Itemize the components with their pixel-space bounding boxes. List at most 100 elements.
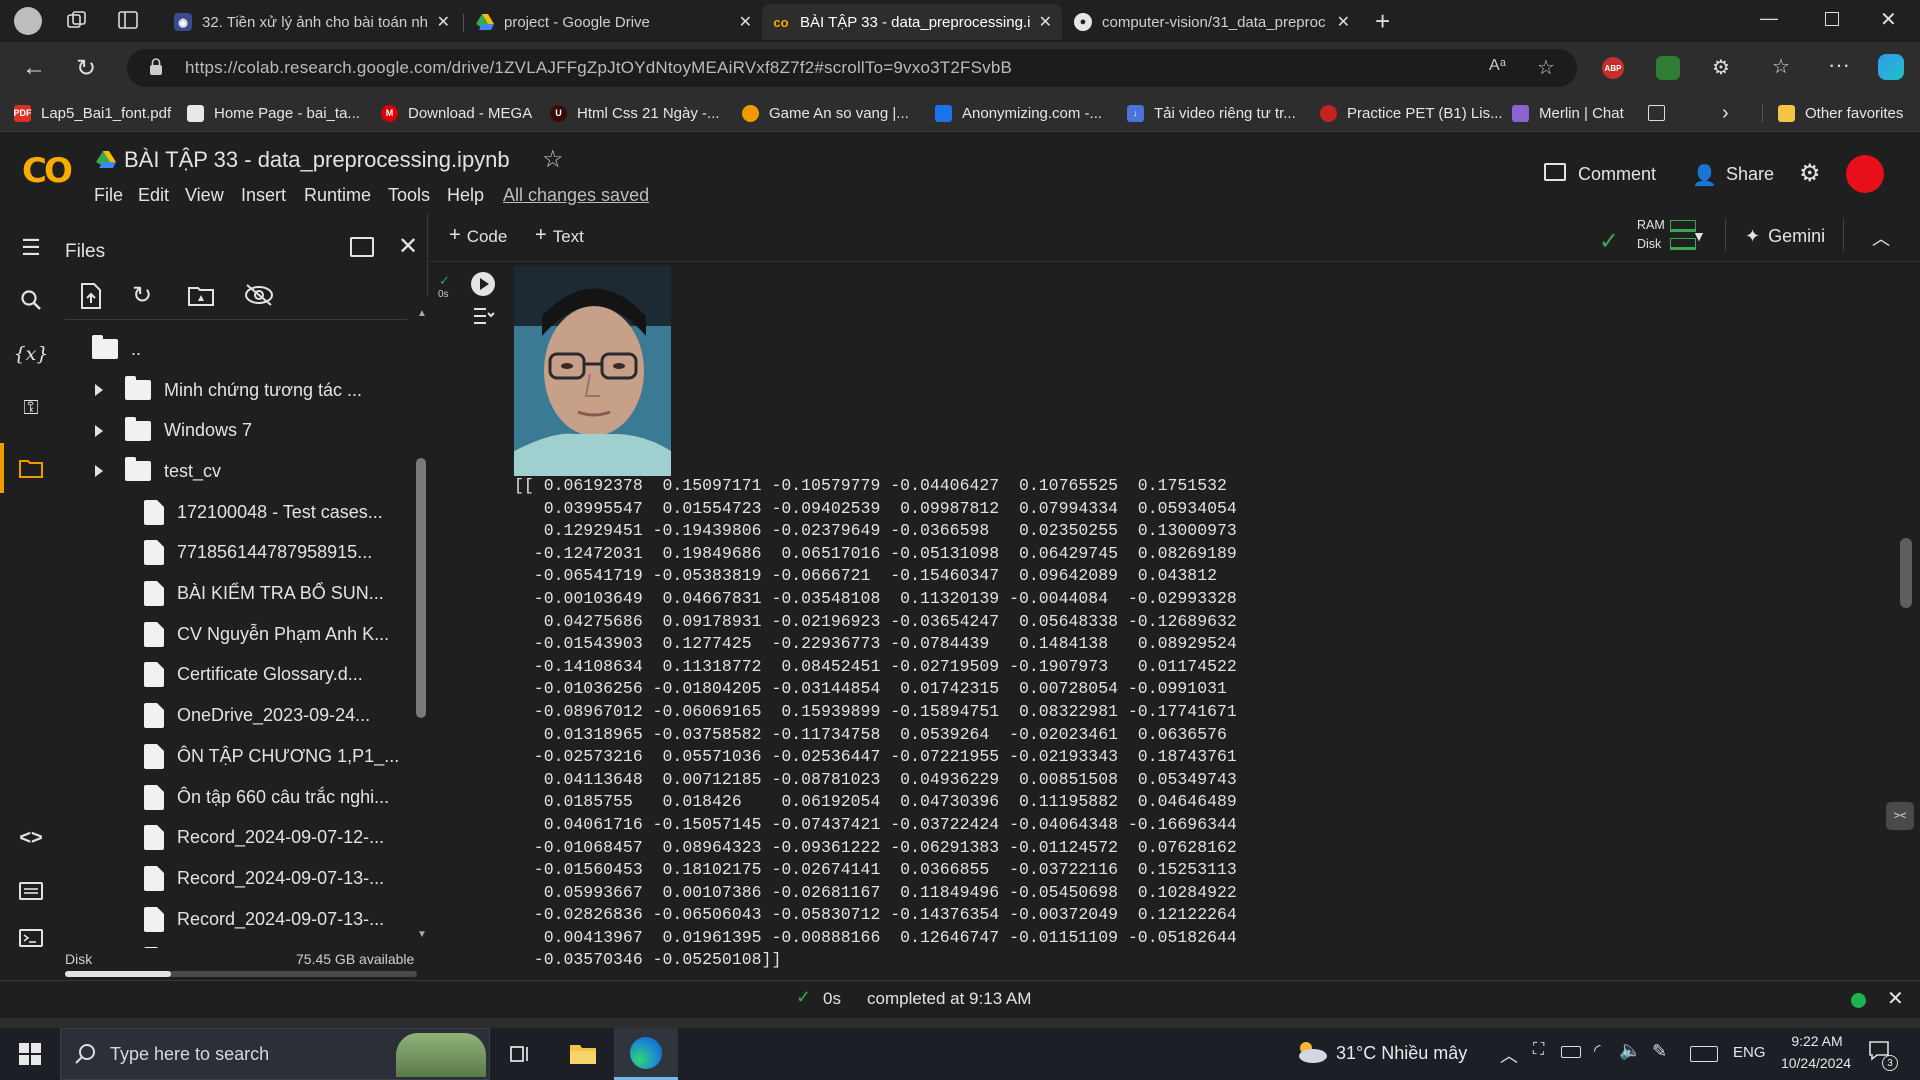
meet-icon[interactable]: ⛶	[1533, 1041, 1544, 1059]
bookmark-8[interactable]: Merlin | Chat	[1512, 102, 1624, 124]
battery-icon[interactable]	[1561, 1046, 1581, 1058]
bookmark-7[interactable]: Practice PET (B1) Lis...	[1320, 102, 1503, 124]
menu-runtime[interactable]: Runtime	[304, 185, 371, 206]
reload-icon[interactable]: ↻	[76, 54, 96, 83]
url-field[interactable]: https://colab.research.google.com/drive/…	[127, 49, 1577, 87]
show-hidden-icons[interactable]: ︿	[1500, 1042, 1518, 1068]
bookmark-6[interactable]: ↓ Tải video riêng tư tr...	[1127, 102, 1296, 124]
chevron-right-icon[interactable]: ›	[1722, 102, 1729, 124]
scroll-up-arrow[interactable]: ▲	[417, 308, 427, 319]
menu-view[interactable]: View	[185, 185, 224, 206]
file-item[interactable]: 771856144787958915...	[144, 533, 372, 573]
gemini-button[interactable]: ✦ Gemini	[1745, 226, 1825, 247]
runtime-dropdown-icon[interactable]: ▼	[1692, 228, 1706, 244]
terminal-icon[interactable]	[16, 923, 46, 953]
file-item[interactable]: Record_2024-09-07-12-...	[144, 818, 384, 858]
collapse-header-icon[interactable]: ︿	[1872, 225, 1890, 251]
code-snippets-icon[interactable]: <>	[16, 823, 46, 853]
add-code-button[interactable]: + Code	[449, 224, 507, 247]
volume-icon[interactable]: 🔈	[1619, 1040, 1641, 1061]
close-window-button[interactable]: ✕	[1880, 7, 1897, 32]
language-indicator[interactable]: ENG	[1733, 1044, 1766, 1061]
star-icon[interactable]: ☆	[542, 145, 564, 174]
extension-icon[interactable]	[1656, 56, 1680, 80]
tab-3[interactable]: ● computer-vision/31_data_preproc ✕	[1064, 4, 1360, 40]
gemini-mini-icon[interactable]: ><	[1886, 802, 1914, 830]
back-icon[interactable]: ←	[22, 54, 46, 82]
file-item[interactable]: Certificate Glossary.d...	[144, 655, 363, 695]
tab-actions-icon[interactable]	[118, 11, 140, 31]
close-icon[interactable]: ✕	[1337, 12, 1350, 32]
add-text-button[interactable]: + Text	[535, 224, 584, 247]
task-view-icon[interactable]	[502, 1036, 538, 1072]
folder-item[interactable]: Minh chứng tương tác ...	[95, 370, 362, 410]
clock-date[interactable]: 10/24/2024	[1776, 1055, 1856, 1071]
bookmark-4[interactable]: Game An so vang |...	[742, 102, 909, 124]
restore-button[interactable]	[1825, 12, 1839, 26]
notebook-scrollbar-thumb[interactable]	[1900, 538, 1912, 608]
variables-icon[interactable]: {x}	[14, 339, 49, 369]
read-aloud-icon[interactable]: Aᵃ	[1489, 57, 1506, 75]
close-icon[interactable]: ✕	[1039, 12, 1052, 32]
keyboard-icon[interactable]	[1690, 1046, 1718, 1062]
file-item[interactable]: Record_2024-09-07-13-...	[144, 899, 384, 939]
other-favorites[interactable]: Other favorites	[1778, 102, 1903, 124]
command-palette-icon[interactable]	[16, 876, 46, 906]
file-item[interactable]: OneDrive_2023-09-24...	[144, 696, 370, 736]
settings-gear-icon[interactable]: ⚙	[1799, 159, 1821, 188]
tab-1[interactable]: project - Google Drive ✕	[466, 4, 762, 40]
menu-tools[interactable]: Tools	[388, 185, 430, 206]
bookmark-5[interactable]: Anonymizing.com -...	[935, 102, 1102, 124]
tab-0[interactable]: ◉ 32. Tiền xử lý ảnh cho bài toán nh ✕	[164, 4, 460, 40]
user-avatar[interactable]	[1846, 155, 1884, 193]
file-item[interactable]: Ôn tập 660 câu trắc nghi...	[144, 777, 389, 817]
more-menu-icon[interactable]: ···	[1828, 52, 1850, 78]
file-item[interactable]: BÀI KIỂM TRA BỔ SUN...	[144, 574, 384, 614]
menu-file[interactable]: File	[94, 185, 123, 206]
expand-arrow-icon[interactable]	[95, 424, 103, 437]
secrets-key-icon[interactable]: ⚿	[16, 393, 46, 423]
file-item[interactable]: 172100048 - Test cases...	[144, 492, 383, 532]
close-status-icon[interactable]: ✕	[1887, 986, 1904, 1011]
comment-button[interactable]: Comment	[1578, 164, 1656, 185]
save-status[interactable]: All changes saved	[503, 185, 649, 206]
adblock-icon[interactable]: ABP	[1602, 57, 1624, 79]
folder-item[interactable]: Windows 7	[95, 411, 252, 451]
runtime-status-dot[interactable]	[1851, 993, 1866, 1008]
bookmark-1[interactable]: Home Page - bai_ta...	[187, 102, 360, 124]
new-tab-button[interactable]: +	[1375, 6, 1390, 37]
edge-taskbar-button[interactable]	[614, 1028, 678, 1080]
run-cell-button[interactable]	[471, 272, 495, 296]
workspaces-icon[interactable]	[66, 11, 88, 31]
copilot-icon[interactable]	[1878, 54, 1904, 80]
share-button[interactable]: Share	[1726, 164, 1774, 185]
files-scrollbar-thumb[interactable]	[416, 458, 426, 718]
notebook-title[interactable]: BÀI TẬP 33 - data_preprocessing.ipynb	[124, 147, 510, 173]
file-item[interactable]: ÔN TẬP CHƯƠNG 1,P1_...	[144, 736, 399, 776]
search-icon[interactable]	[16, 285, 46, 315]
profile-avatar[interactable]	[14, 7, 42, 35]
file-item[interactable]: Record_2024-09-07-13-...	[144, 940, 384, 948]
taskbar-search-box[interactable]: Type here to search	[60, 1028, 490, 1080]
calendar-icon[interactable]	[1648, 102, 1665, 124]
favorite-star-icon[interactable]: ☆	[1537, 55, 1555, 80]
menu-edit[interactable]: Edit	[138, 185, 169, 206]
close-icon[interactable]: ✕	[437, 12, 450, 32]
google-drive-icon[interactable]	[96, 151, 116, 169]
menu-help[interactable]: Help	[447, 185, 484, 206]
bookmark-2[interactable]: M Download - MEGA	[381, 102, 532, 124]
folder-item[interactable]: test_cv	[95, 451, 221, 491]
close-icon[interactable]: ✕	[739, 12, 752, 32]
weather-text[interactable]: 31°C Nhiều mây	[1336, 1043, 1467, 1064]
favorites-icon[interactable]: ☆	[1772, 54, 1790, 79]
files-folder-icon[interactable]	[16, 453, 46, 483]
file-item[interactable]: CV Nguyễn Phạm Anh K...	[144, 614, 389, 654]
bookmark-0[interactable]: PDF Lap5_Bai1_font.pdf	[14, 102, 171, 124]
tab-2-active[interactable]: co BÀI TẬP 33 - data_preprocessing.i ✕	[762, 4, 1062, 40]
extensions-puzzle-icon[interactable]: ⚙	[1712, 55, 1730, 80]
status-text[interactable]: completed at 9:13 AM	[867, 989, 1031, 1009]
bookmark-3[interactable]: U Html Css 21 Ngày -...	[550, 102, 720, 124]
scroll-down-arrow[interactable]: ▼	[417, 929, 427, 940]
file-item[interactable]: Record_2024-09-07-13-...	[144, 858, 384, 898]
windows-start-icon[interactable]	[12, 1036, 48, 1072]
